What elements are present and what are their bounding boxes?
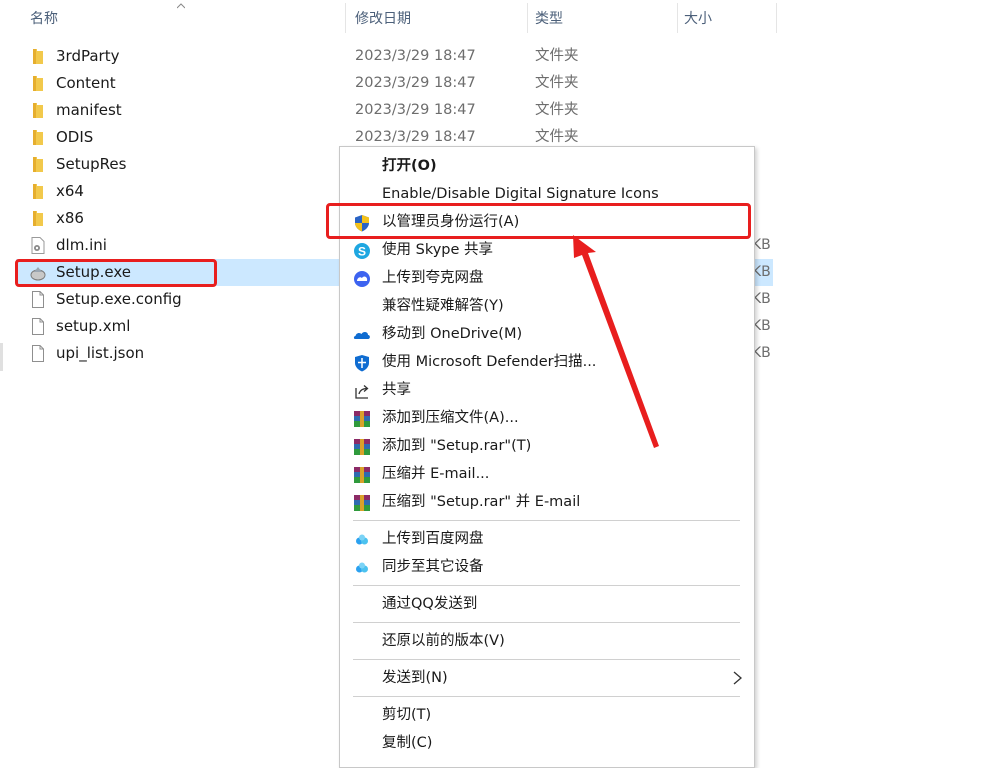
menu-item-label: 复制(C) xyxy=(382,735,433,751)
menu-item[interactable]: 复制(C) xyxy=(340,729,754,757)
folder-icon xyxy=(30,75,46,92)
menu-item-label: 压缩到 "Setup.rar" 并 E-mail xyxy=(382,494,581,510)
menu-item-label: 添加到压缩文件(A)... xyxy=(382,410,519,426)
menu-item[interactable]: 兼容性疑难解答(Y) xyxy=(340,292,754,320)
ini-file-icon xyxy=(30,237,46,254)
menu-item-label: 使用 Skype 共享 xyxy=(382,242,494,258)
column-modified[interactable]: 修改日期 xyxy=(355,0,411,36)
menu-item-label: 兼容性疑难解答(Y) xyxy=(382,298,504,314)
file-name: upi_list.json xyxy=(56,344,145,362)
file-name: x86 xyxy=(56,209,84,227)
folder-icon xyxy=(30,129,46,146)
quark-cloud-icon xyxy=(353,270,371,288)
file-icon xyxy=(30,345,46,362)
column-divider[interactable] xyxy=(677,3,678,33)
column-name[interactable]: 名称 xyxy=(30,0,58,36)
file-row[interactable]: 3rdParty 2023/3/29 18:47 文件夹 xyxy=(16,43,776,70)
menu-item-label: 发送到(N) xyxy=(382,670,448,686)
menu-item-label: 通过QQ发送到 xyxy=(382,596,478,612)
menu-item-label: 压缩并 E-mail... xyxy=(382,466,490,482)
menu-item-label: 移动到 OneDrive(M) xyxy=(382,326,523,342)
menu-item-label: 共享 xyxy=(382,382,411,398)
file-name: manifest xyxy=(56,101,122,119)
menu-item[interactable]: S 使用 Skype 共享 xyxy=(340,236,754,264)
folder-icon xyxy=(30,156,46,173)
file-date: 2023/3/29 18:47 xyxy=(355,75,476,91)
onedrive-icon xyxy=(353,326,371,344)
menu-separator xyxy=(353,622,740,623)
menu-item[interactable]: 发送到(N) xyxy=(340,664,754,692)
annotation-highlight-setup-exe xyxy=(15,259,217,287)
menu-item[interactable]: 还原以前的版本(V) xyxy=(340,627,754,655)
column-divider[interactable] xyxy=(776,3,777,33)
defender-shield-icon xyxy=(353,354,371,372)
file-type: 文件夹 xyxy=(535,75,579,91)
winrar-icon xyxy=(353,466,371,484)
menu-item[interactable]: 上传到夸克网盘 xyxy=(340,264,754,292)
menu-item[interactable]: 通过QQ发送到 xyxy=(340,590,754,618)
column-header: 名称 修改日期 类型 大小 xyxy=(0,0,985,36)
context-menu: 打开(O) Enable/Disable Digital Signature Ic… xyxy=(339,146,755,768)
column-size[interactable]: 大小 xyxy=(684,0,712,36)
file-date: 2023/3/29 18:47 xyxy=(355,102,476,118)
folder-icon xyxy=(30,48,46,65)
menu-item-label: 还原以前的版本(V) xyxy=(382,633,505,649)
menu-separator xyxy=(353,659,740,660)
file-name: x64 xyxy=(56,182,84,200)
folder-icon xyxy=(30,102,46,119)
menu-item[interactable]: 添加到压缩文件(A)... xyxy=(340,404,754,432)
skype-icon: S xyxy=(353,242,371,260)
menu-item-label: 使用 Microsoft Defender扫描... xyxy=(382,354,597,370)
file-icon xyxy=(30,291,46,308)
menu-item[interactable]: 打开(O) xyxy=(340,152,754,180)
file-name: 3rdParty xyxy=(56,47,120,65)
menu-separator xyxy=(353,585,740,586)
menu-item[interactable]: 使用 Microsoft Defender扫描... xyxy=(340,348,754,376)
menu-item-label: 添加到 "Setup.rar"(T) xyxy=(382,438,532,454)
file-name: Content xyxy=(56,74,116,92)
sort-ascending-icon xyxy=(177,3,185,9)
share-icon xyxy=(353,382,371,400)
folder-icon xyxy=(30,210,46,227)
file-name: dlm.ini xyxy=(56,236,107,254)
file-icon xyxy=(30,318,46,335)
baidu-netdisk-icon xyxy=(353,531,371,549)
menu-separator xyxy=(353,520,740,521)
file-name: setup.xml xyxy=(56,317,131,335)
file-name: Setup.exe.config xyxy=(56,290,182,308)
menu-item[interactable]: 共享 xyxy=(340,376,754,404)
file-type: 文件夹 xyxy=(535,48,579,64)
column-divider[interactable] xyxy=(345,3,346,33)
file-name: ODIS xyxy=(56,128,94,146)
file-name: SetupRes xyxy=(56,155,127,173)
menu-item[interactable]: 上传到百度网盘 xyxy=(340,525,754,553)
svg-text:S: S xyxy=(358,245,366,259)
baidu-netdisk-icon xyxy=(353,559,371,577)
menu-item[interactable]: 移动到 OneDrive(M) xyxy=(340,320,754,348)
menu-item[interactable]: 剪切(T) xyxy=(340,701,754,729)
chevron-right-icon xyxy=(733,671,742,685)
menu-item-label: 打开(O) xyxy=(382,158,437,174)
winrar-icon xyxy=(353,494,371,512)
file-row[interactable]: Content 2023/3/29 18:47 文件夹 xyxy=(16,70,776,97)
menu-item[interactable]: 压缩到 "Setup.rar" 并 E-mail xyxy=(340,488,754,516)
file-row[interactable]: manifest 2023/3/29 18:47 文件夹 xyxy=(16,97,776,124)
file-type: 文件夹 xyxy=(535,102,579,118)
menu-item[interactable]: 添加到 "Setup.rar"(T) xyxy=(340,432,754,460)
menu-item-label: 同步至其它设备 xyxy=(382,559,484,575)
menu-separator xyxy=(353,696,740,697)
menu-item-label: 上传到夸克网盘 xyxy=(382,270,484,286)
winrar-icon xyxy=(353,410,371,428)
menu-item-label: 上传到百度网盘 xyxy=(382,531,484,547)
menu-item[interactable]: 压缩并 E-mail... xyxy=(340,460,754,488)
menu-item-label: 剪切(T) xyxy=(382,707,432,723)
folder-icon xyxy=(30,183,46,200)
winrar-icon xyxy=(353,438,371,456)
scrollbar-edge[interactable] xyxy=(0,343,3,371)
annotation-highlight-run-as-admin xyxy=(326,203,751,239)
column-divider[interactable] xyxy=(527,3,528,33)
file-date: 2023/3/29 18:47 xyxy=(355,48,476,64)
column-type[interactable]: 类型 xyxy=(535,0,563,36)
menu-item[interactable]: 同步至其它设备 xyxy=(340,553,754,581)
